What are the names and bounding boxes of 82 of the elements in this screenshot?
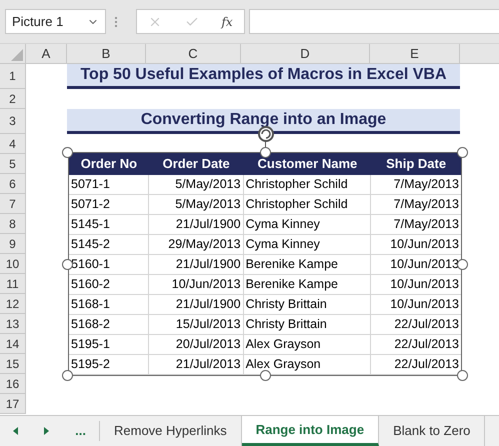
resize-handle[interactable]	[260, 370, 271, 381]
picture-cell: 5/May/2013	[148, 195, 244, 214]
picture-cell: 15/Jul/2013	[148, 315, 244, 334]
picture-header-cell-text: Order Date	[162, 155, 231, 173]
picture-cell: Cyma Kinney	[244, 235, 372, 254]
picture-cell: 10/Jun/2013	[148, 275, 244, 294]
column-header[interactable]: D	[241, 44, 370, 63]
row-header[interactable]: 9	[0, 234, 26, 254]
picture-cell: 5071-2	[69, 195, 149, 214]
picture-cell: 5145-1	[69, 215, 149, 234]
picture-cell: 29/May/2013	[148, 235, 244, 254]
picture-cell: 5160-2	[69, 275, 149, 294]
picture-cell: 21/Jul/1900	[148, 295, 244, 314]
picture-cell-text: 22/Jul/2013	[393, 316, 460, 333]
column-header[interactable]: E	[370, 44, 460, 63]
picture-cell: Christopher Schild	[244, 195, 372, 214]
picture-cell: Christy Brittain	[244, 315, 372, 334]
picture-cell: 21/Jul/1900	[148, 255, 244, 274]
picture-cell-text: 10/Jun/2013	[389, 296, 460, 313]
picture-cell: Berenike Kampe	[244, 275, 372, 294]
row-header[interactable]: 17	[0, 394, 26, 414]
row-header[interactable]: 4	[0, 134, 26, 154]
resize-handle[interactable]	[260, 147, 271, 158]
picture-cell: 5145-2	[69, 235, 149, 254]
formula-input-field[interactable]	[249, 9, 499, 34]
row-header[interactable]: 12	[0, 294, 26, 314]
picture-cell: 5168-2	[69, 315, 149, 334]
row-header[interactable]: 14	[0, 334, 26, 354]
row-header[interactable]: 6	[0, 174, 26, 194]
subtitle-banner: Converting Range into an Image	[67, 109, 460, 134]
column-header[interactable]: A	[26, 44, 67, 63]
previous-sheet-icon[interactable]	[13, 427, 18, 435]
picture-header-cell-text: Customer Name	[256, 155, 358, 173]
row-header[interactable]: 2	[0, 89, 26, 109]
picture-header-cell-text: Ship Date	[385, 155, 448, 173]
picture-cell: Christopher Schild	[244, 175, 372, 194]
picture-cell: 5/May/2013	[148, 175, 244, 194]
picture-cell: 5195-1	[69, 335, 149, 354]
resize-handle[interactable]	[457, 147, 468, 158]
picture-cell: Cyma Kinney	[244, 215, 372, 234]
row-header[interactable]: 10	[0, 254, 26, 274]
picture-cell-text: 10/Jun/2013	[389, 236, 460, 253]
row-header[interactable]: 8	[0, 214, 26, 234]
row-header[interactable]: 15	[0, 354, 26, 374]
resize-handle[interactable]	[62, 370, 73, 381]
picture-cell: Christy Brittain	[244, 295, 372, 314]
more-sheets-button[interactable]: ...	[75, 421, 86, 441]
picture-cell: 21/Jul/2013	[148, 355, 244, 374]
picture-cell: 21/Jul/1900	[148, 215, 244, 234]
title-banner: Top 50 Useful Examples of Macros in Excel VBA	[67, 64, 460, 89]
picture-cell-text: 7/May/2013	[392, 216, 460, 233]
column-header[interactable]: C	[146, 44, 241, 63]
name-box[interactable]: Picture 1	[5, 9, 106, 34]
row-header[interactable]: 1	[0, 64, 26, 89]
insert-function-button[interactable]: fx	[221, 12, 233, 30]
picture-cell-text: 7/May/2013	[392, 176, 460, 193]
resize-handle[interactable]	[62, 259, 73, 270]
picture-cell: 20/Jul/2013	[148, 335, 244, 354]
picture-cell-text: 22/Jul/2013	[393, 356, 460, 373]
rotate-handle-icon[interactable]	[257, 125, 275, 143]
row-header[interactable]: 5	[0, 154, 26, 174]
resize-handle[interactable]	[62, 147, 73, 158]
table-picture[interactable]	[68, 152, 462, 376]
picture-cell: 5071-1	[69, 175, 149, 194]
sheet-tab[interactable]: Blank to Zero	[379, 416, 486, 446]
row-header[interactable]: 11	[0, 274, 26, 294]
row-header[interactable]: 3	[0, 109, 26, 134]
picture-cell-text: 10/Jun/2013	[389, 276, 460, 293]
row-header[interactable]: 13	[0, 314, 26, 334]
picture-cell-text: 22/Jul/2013	[393, 336, 460, 353]
picture-cell: Alex Grayson	[244, 335, 372, 354]
column-header[interactable]: B	[67, 44, 146, 63]
picture-cell: Berenike Kampe	[244, 255, 372, 274]
row-header[interactable]: 16	[0, 374, 26, 394]
picture-cell: 5168-1	[69, 295, 149, 314]
resize-handle[interactable]	[457, 370, 468, 381]
resize-handle[interactable]	[457, 259, 468, 270]
sheet-tab[interactable]: Range into Image	[242, 416, 380, 446]
picture-cell-text: 7/May/2013	[392, 196, 460, 213]
row-header[interactable]: 7	[0, 194, 26, 214]
next-sheet-icon[interactable]	[44, 427, 50, 435]
picture-header-cell-text: Order No	[80, 155, 138, 173]
